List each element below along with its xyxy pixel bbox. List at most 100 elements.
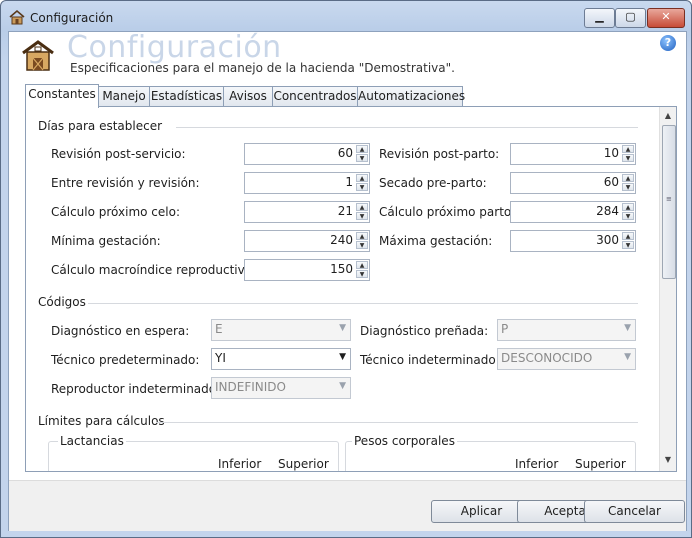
spin-up-icon[interactable]: ▲ (622, 203, 634, 211)
select-value: P (501, 322, 509, 336)
tab-automatizaciones[interactable]: Automatizaciones (357, 86, 465, 107)
spin-up-icon[interactable]: ▲ (356, 174, 368, 182)
spinner-value: 60 (603, 175, 619, 189)
spinner-value: 240 (330, 233, 353, 247)
spinner-value: 21 (337, 204, 353, 218)
minimize-button[interactable]: ▁ (584, 8, 615, 28)
entre-revision-spinner[interactable]: 1 ▲ ▼ (244, 172, 370, 194)
spin-down-icon[interactable]: ▼ (356, 154, 368, 162)
spinner-value: 300 (596, 233, 619, 247)
secado-pre-parto-spinner[interactable]: 60 ▲ ▼ (510, 172, 636, 194)
spin-down-icon[interactable]: ▼ (356, 241, 368, 249)
tab-estadisticas[interactable]: Estadísticas (149, 86, 224, 107)
close-button[interactable]: ✕ (647, 8, 685, 28)
diagnostico-prenada-select[interactable]: P ▼ (497, 319, 636, 341)
column-header-superior: Superior (575, 457, 626, 471)
field-label: Cálculo próximo celo: (51, 205, 180, 219)
field-label: Mínima gestación: (51, 234, 161, 248)
cancel-button[interactable]: Cancelar (584, 500, 685, 523)
spinner-value: 10 (603, 146, 619, 160)
chevron-down-icon: ▼ (339, 323, 346, 333)
help-icon[interactable]: ? (660, 35, 676, 51)
tab-constantes[interactable]: Constantes (25, 84, 99, 108)
title-bar[interactable]: Configuración ▁ ▢ ✕ (1, 1, 691, 31)
select-value: DESCONOCIDO (501, 351, 593, 365)
spin-up-icon[interactable]: ▲ (622, 232, 634, 240)
spinner-value: 284 (596, 204, 619, 218)
macroindice-reproductivo-spinner[interactable]: 150 ▲ ▼ (244, 259, 370, 281)
field-label: Cálculo próximo parto: (379, 205, 516, 219)
spin-down-icon[interactable]: ▼ (622, 241, 634, 249)
field-label: Secado pre-parto: (379, 176, 487, 190)
spin-up-icon[interactable]: ▲ (622, 174, 634, 182)
scroll-up-icon[interactable]: ▲ (661, 109, 675, 123)
field-label: Diagnóstico preñada: (360, 324, 489, 338)
tab-avisos[interactable]: Avisos (223, 86, 273, 107)
diagnostico-espera-select[interactable]: E ▼ (211, 319, 351, 341)
chevron-down-icon: ▼ (624, 323, 631, 333)
spin-down-icon[interactable]: ▼ (622, 154, 634, 162)
reproductor-indeterminado-select[interactable]: INDEFINIDO ▼ (211, 377, 351, 399)
calculo-proximo-celo-spinner[interactable]: 21 ▲ ▼ (244, 201, 370, 223)
section-divider (176, 127, 638, 128)
section-title-codes: Códigos (38, 295, 86, 309)
select-value: INDEFINIDO (215, 380, 286, 394)
spin-down-icon[interactable]: ▼ (356, 183, 368, 191)
select-value: E (215, 322, 223, 336)
header-subtitle: Especificaciones para el manejo de la ha… (70, 61, 455, 75)
calculo-proximo-parto-spinner[interactable]: 284 ▲ ▼ (510, 201, 636, 223)
barn-icon (22, 40, 54, 71)
field-label: Revisión post-servicio: (51, 147, 186, 161)
section-title-days: Días para establecer (38, 119, 163, 133)
maximize-button[interactable]: ▢ (615, 8, 646, 28)
scroll-down-icon[interactable]: ▼ (661, 453, 675, 467)
spin-down-icon[interactable]: ▼ (622, 183, 634, 191)
spin-up-icon[interactable]: ▲ (356, 203, 368, 211)
grip-icon: ≡ (666, 195, 672, 203)
spin-down-icon[interactable]: ▼ (356, 212, 368, 220)
spin-up-icon[interactable]: ▲ (356, 232, 368, 240)
field-label: Entre revisión y revisión: (51, 176, 200, 190)
column-header-inferior: Inferior (515, 457, 559, 471)
section-title-limits: Límites para cálculos (38, 414, 165, 428)
field-label: Diagnóstico en espera: (51, 324, 190, 338)
field-label: Cálculo macroíndice reproductivo: (51, 263, 257, 277)
tab-concentrados[interactable]: Concentrados (272, 86, 358, 107)
scrollbar-thumb[interactable]: ≡ (662, 125, 676, 279)
maximize-icon: ▢ (625, 10, 636, 23)
revision-post-servicio-spinner[interactable]: 60 ▲ ▼ (244, 143, 370, 165)
barn-icon (9, 9, 25, 25)
vertical-scrollbar[interactable]: ▲ ≡ ▼ (659, 107, 676, 471)
client-area: Configuración Especificaciones para el m… (8, 30, 687, 531)
header-title: Configuración (67, 30, 282, 65)
spin-up-icon[interactable]: ▲ (356, 261, 368, 269)
spin-down-icon[interactable]: ▼ (622, 212, 634, 220)
tecnico-predeterminado-select[interactable]: YI ▼ (211, 348, 351, 370)
chevron-down-icon: ▼ (624, 352, 631, 362)
field-label: Máxima gestación: (379, 234, 493, 248)
spin-down-icon[interactable]: ▼ (356, 270, 368, 278)
window-title: Configuración (30, 11, 114, 25)
tab-manejo[interactable]: Manejo (98, 86, 150, 107)
spin-up-icon[interactable]: ▲ (622, 145, 634, 153)
close-icon: ✕ (661, 10, 671, 23)
dialog-window: Configuración ▁ ▢ ✕ Configuración Especi… (0, 0, 692, 538)
maxima-gestacion-spinner[interactable]: 300 ▲ ▼ (510, 230, 636, 252)
section-divider (88, 303, 638, 304)
chevron-down-icon: ▼ (339, 381, 346, 391)
minima-gestacion-spinner[interactable]: 240 ▲ ▼ (244, 230, 370, 252)
field-label: Técnico predeterminado: (51, 353, 200, 367)
spinner-value: 60 (337, 146, 353, 160)
column-header-superior: Superior (278, 457, 329, 471)
spinner-value: 150 (330, 262, 353, 276)
field-label: Técnico indeterminado: (360, 353, 500, 367)
spin-up-icon[interactable]: ▲ (356, 145, 368, 153)
field-label: Reproductor indeterminado: (51, 382, 221, 396)
button-bar: Aplicar Aceptar Cancelar (9, 480, 686, 531)
revision-post-parto-spinner[interactable]: 10 ▲ ▼ (510, 143, 636, 165)
spinner-value: 1 (345, 175, 353, 189)
tecnico-indeterminado-select[interactable]: DESCONOCIDO ▼ (497, 348, 636, 370)
chevron-down-icon: ▼ (339, 352, 346, 362)
group-title-lactancias: Lactancias (58, 434, 126, 448)
select-value: YI (215, 351, 226, 365)
